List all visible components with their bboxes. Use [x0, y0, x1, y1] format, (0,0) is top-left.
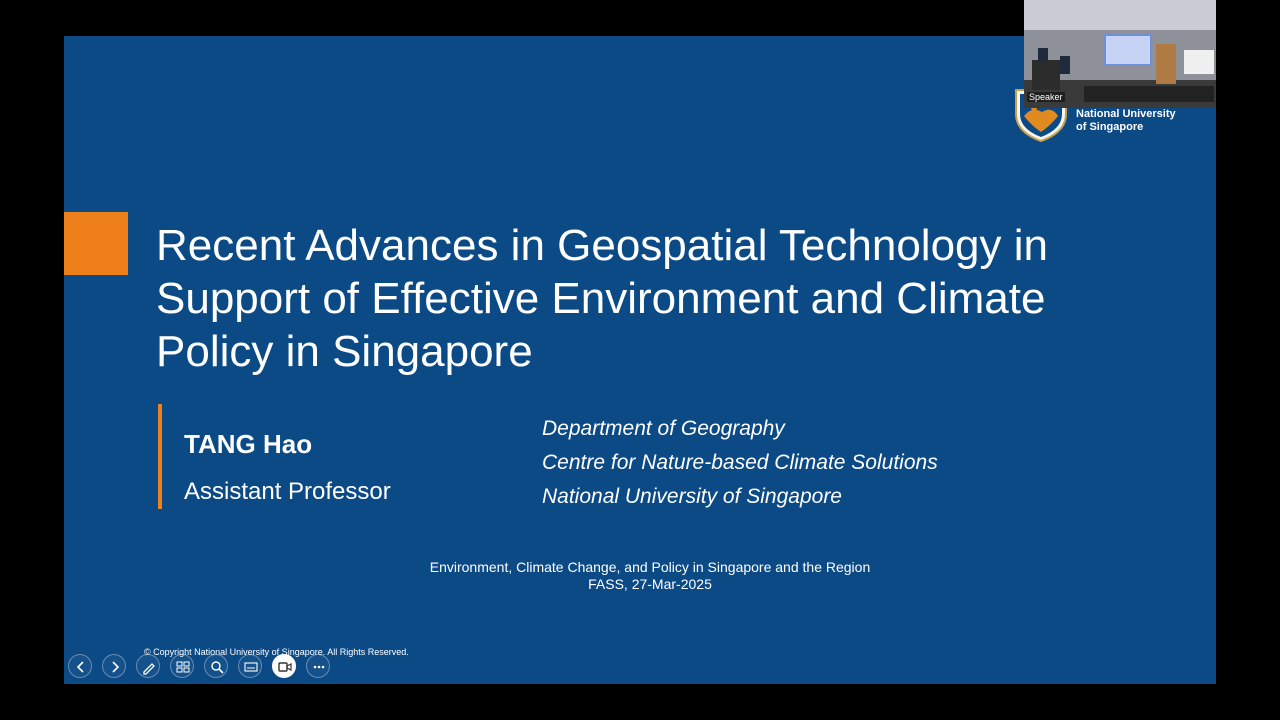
pen-icon [143, 663, 155, 675]
next-slide-icon [112, 661, 120, 673]
university-name-line: National University [1076, 108, 1176, 120]
affiliation-line: National University of Singapore [542, 485, 842, 508]
presenter-name: TANG Hao [184, 429, 313, 459]
affiliation-line: Department of Geography [542, 417, 785, 440]
previous-slide-icon [76, 661, 84, 673]
previous-slide-button[interactable] [68, 654, 92, 678]
event-info: Environment, Climate Change, and Policy … [364, 559, 936, 593]
speaker-video-thumbnail[interactable]: Speaker [1024, 0, 1216, 108]
zoom-icon [211, 661, 224, 674]
see-all-slides-button[interactable] [170, 654, 194, 678]
next-slide-button[interactable] [102, 654, 126, 678]
slide-title: Recent Advances in Geospatial Technology… [156, 219, 1176, 378]
event-date: FASS, 27-Mar-2025 [588, 576, 712, 592]
subtitles-icon [244, 662, 258, 672]
title-line: Recent Advances in Geospatial Technology… [156, 221, 1048, 270]
presenter-role: Assistant Professor [184, 478, 391, 505]
presenter-accent-bar [158, 404, 162, 509]
see-all-slides-icon [176, 661, 190, 673]
university-name: National University of Singapore [1076, 108, 1176, 134]
camera-button[interactable] [272, 654, 296, 678]
title-line: Support of Effective Environment and Cli… [156, 274, 1046, 323]
zoom-button[interactable] [204, 654, 228, 678]
camera-icon [278, 662, 292, 672]
more-options-icon [313, 665, 325, 669]
title-line: Policy in Singapore [156, 327, 533, 376]
title-accent-block [64, 212, 128, 275]
subtitles-button[interactable] [238, 654, 262, 678]
affiliation-block: Department of Geography Centre for Natur… [542, 412, 938, 514]
presentation-slide: Recent Advances in Geospatial Technology… [64, 36, 1216, 684]
speaker-label: Speaker [1027, 92, 1065, 102]
more-options-button[interactable] [306, 654, 330, 678]
event-name: Environment, Climate Change, and Policy … [429, 559, 871, 575]
affiliation-line: Centre for Nature-based Climate Solution… [542, 451, 938, 474]
university-name-line: of Singapore [1076, 121, 1144, 133]
pen-tool-button[interactable] [136, 654, 160, 678]
